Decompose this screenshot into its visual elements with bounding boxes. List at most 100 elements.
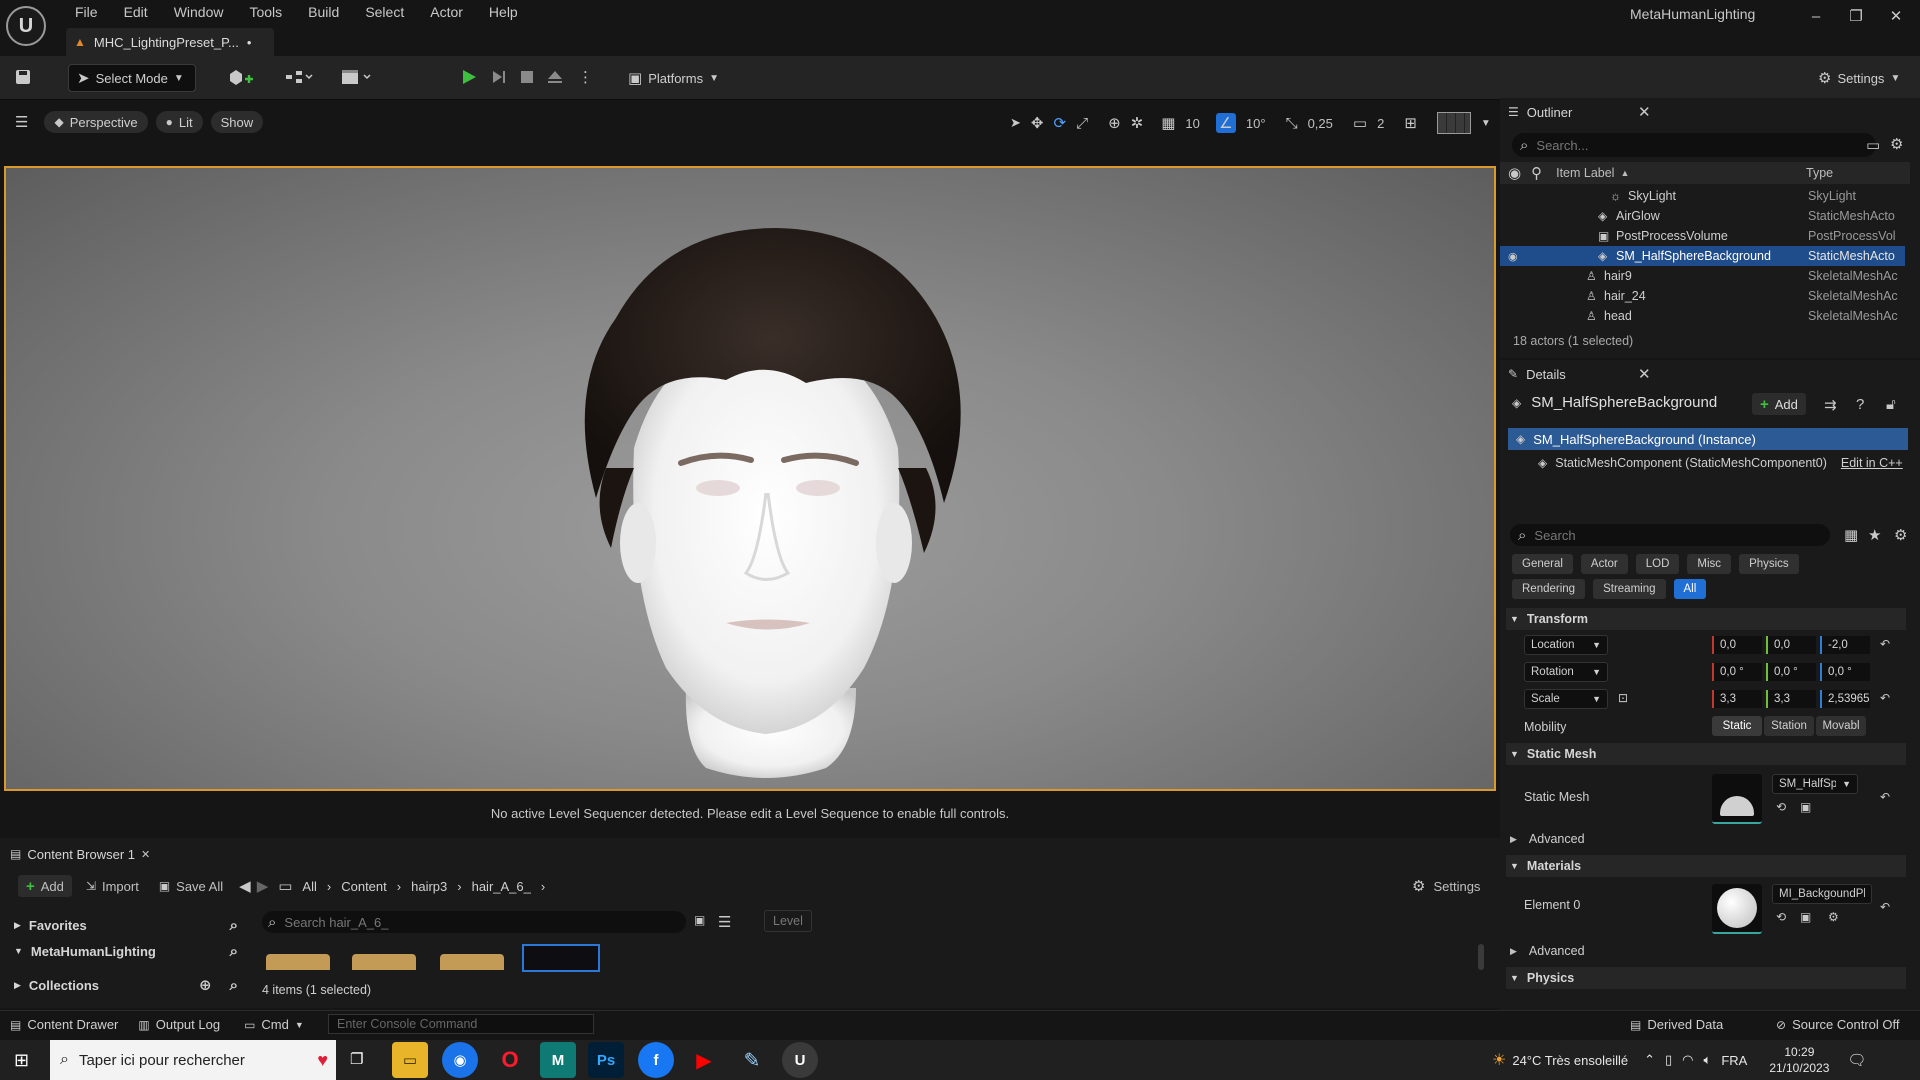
menu-select[interactable]: Select bbox=[352, 4, 417, 20]
close-icon[interactable]: ✕ bbox=[1638, 365, 1651, 383]
scale-x[interactable]: 3,3 bbox=[1712, 690, 1762, 708]
browse-icon[interactable]: ▣ bbox=[1800, 910, 1811, 924]
location-z[interactable]: -2,0 bbox=[1820, 636, 1870, 654]
collections-row[interactable]: ▶ Collections ⊕ ⌕ bbox=[6, 972, 246, 998]
search-icon[interactable]: ⌕ bbox=[230, 917, 238, 934]
search-icon[interactable]: ⌕ bbox=[230, 977, 238, 994]
reset-arrow-icon[interactable]: ↶ bbox=[1880, 900, 1890, 914]
lock-icon[interactable]: 🔓︎ bbox=[1886, 396, 1896, 413]
category-actor[interactable]: Actor bbox=[1580, 554, 1628, 574]
materials-section-header[interactable]: ▼ Materials bbox=[1506, 855, 1906, 877]
location-y[interactable]: 0,0 bbox=[1766, 636, 1816, 654]
close-icon[interactable]: ✕ bbox=[1638, 103, 1651, 121]
menu-build[interactable]: Build bbox=[295, 4, 352, 20]
location-dropdown[interactable]: Location ▼ bbox=[1524, 635, 1608, 655]
static-mesh-section-header[interactable]: ▼ Static Mesh bbox=[1506, 743, 1906, 765]
back-icon[interactable]: ◀ bbox=[239, 877, 251, 895]
maximize-viewport-icon[interactable] bbox=[1436, 112, 1471, 134]
category-streaming[interactable]: Streaming bbox=[1593, 579, 1666, 599]
outliner-tab[interactable]: ☰ Outliner ✕ bbox=[1502, 98, 1702, 126]
materials-advanced[interactable]: ▶ Advanced bbox=[1510, 944, 1585, 958]
outliner-row[interactable]: ♙ hair9 SkeletalMeshAc bbox=[1500, 266, 1905, 286]
static-mesh-picker[interactable]: SM_HalfSphe ▼ bbox=[1772, 774, 1858, 794]
play-icon[interactable] bbox=[460, 68, 478, 86]
component-instance-row[interactable]: ◈ SM_HalfSphereBackground (Instance) bbox=[1508, 428, 1908, 450]
youtube-icon[interactable]: ▶ bbox=[686, 1042, 722, 1078]
level-viewport[interactable] bbox=[4, 166, 1496, 791]
crumb-content[interactable]: Content bbox=[341, 879, 387, 894]
column-type[interactable]: Type bbox=[1806, 166, 1833, 180]
viewport-layout-icon[interactable]: ⊞ bbox=[1404, 114, 1417, 132]
add-collection-icon[interactable]: ⊕ bbox=[199, 976, 212, 994]
scale-dropdown[interactable]: Scale ▼ bbox=[1524, 689, 1608, 709]
favorite-star-icon[interactable]: ★ bbox=[1868, 526, 1881, 544]
rotation-snap-icon[interactable]: ∠ bbox=[1215, 113, 1236, 133]
add-content-icon[interactable] bbox=[228, 68, 258, 86]
select-mode-dropdown[interactable]: ➤ Select Mode ▼ bbox=[68, 64, 196, 92]
reset-arrow-icon[interactable]: ↶ bbox=[1880, 790, 1890, 804]
favorites-row[interactable]: ▶ Favorites ⌕ bbox=[6, 912, 246, 938]
content-search-input[interactable]: ⌕ Search hair_A_6_ bbox=[262, 911, 686, 933]
column-item-label[interactable]: Item Label bbox=[1556, 166, 1614, 180]
clock[interactable]: 10:29 21/10/2023 bbox=[1769, 1044, 1829, 1076]
save-search-icon[interactable]: ▣ bbox=[694, 913, 705, 927]
menu-window[interactable]: Window bbox=[161, 4, 237, 20]
location-x[interactable]: 0,0 bbox=[1712, 636, 1762, 654]
select-tool-icon[interactable]: ➤ bbox=[1010, 115, 1021, 131]
rotation-snap-value[interactable]: 10° bbox=[1246, 116, 1266, 131]
chrome-icon[interactable]: ◉ bbox=[442, 1042, 478, 1078]
cinematics-icon[interactable] bbox=[340, 68, 374, 86]
details-search-input[interactable]: ⌕ Search bbox=[1510, 524, 1830, 546]
close-icon[interactable]: ✕ bbox=[141, 848, 150, 861]
outliner-row[interactable]: ♙ head SkeletalMeshAc bbox=[1500, 306, 1905, 326]
mobility-movable[interactable]: Movabl bbox=[1816, 716, 1866, 736]
folder-icon[interactable] bbox=[266, 954, 330, 970]
console-command-input[interactable]: Enter Console Command bbox=[328, 1014, 594, 1034]
menu-file[interactable]: File bbox=[62, 4, 111, 20]
outliner-row[interactable]: ☼ SkyLight SkyLight bbox=[1500, 186, 1905, 206]
menu-tools[interactable]: Tools bbox=[236, 4, 295, 20]
static-mesh-advanced[interactable]: ▶ Advanced bbox=[1510, 832, 1585, 846]
file-explorer-icon[interactable]: ▭ bbox=[392, 1042, 428, 1078]
level-document-tab[interactable]: ▲ MHC_LightingPreset_P... • bbox=[66, 28, 274, 56]
menu-help[interactable]: Help bbox=[476, 4, 531, 20]
scale-lock-icon[interactable]: ⊡ bbox=[1618, 691, 1628, 705]
save-all-button[interactable]: ▣ Save All bbox=[159, 879, 223, 894]
source-control-button[interactable]: ⊘ Source Control Off bbox=[1776, 1017, 1899, 1032]
crumb-hair-a-6[interactable]: hair_A_6_ bbox=[472, 879, 531, 894]
use-selected-icon[interactable]: ⟲ bbox=[1776, 910, 1786, 924]
photoshop-icon[interactable]: Ps bbox=[588, 1042, 624, 1078]
content-drawer-button[interactable]: ▤ Content Drawer bbox=[10, 1017, 118, 1032]
translate-tool-icon[interactable]: ✥ bbox=[1031, 114, 1044, 132]
physics-section-header[interactable]: ▼ Physics bbox=[1506, 967, 1906, 989]
cmd-dropdown[interactable]: ▭ Cmd ▼ bbox=[244, 1017, 304, 1032]
device-icon[interactable]: ▯ bbox=[1665, 1052, 1672, 1068]
static-mesh-component-row[interactable]: ◈ StaticMeshComponent (StaticMeshCompone… bbox=[1538, 452, 1908, 474]
material-picker[interactable]: MI_BackgoundPlane bbox=[1772, 884, 1872, 904]
notepad-icon[interactable]: ✎ bbox=[734, 1042, 770, 1078]
weather-text[interactable]: 24°C Très ensoleillé bbox=[1512, 1053, 1628, 1068]
crumb-hairp3[interactable]: hairp3 bbox=[411, 879, 447, 894]
category-misc[interactable]: Misc bbox=[1687, 554, 1732, 574]
minimize-button[interactable]: – bbox=[1796, 4, 1836, 30]
save-icon[interactable] bbox=[14, 68, 32, 86]
category-all[interactable]: All bbox=[1673, 579, 1707, 599]
windows-search-box[interactable]: ⌕ Taper ici pour rechercher ♥ bbox=[50, 1040, 336, 1080]
world-space-icon[interactable]: ⊕ bbox=[1108, 114, 1121, 132]
pin-icon[interactable]: ⚲ bbox=[1531, 164, 1542, 182]
blueprint-convert-icon[interactable]: ⇉ bbox=[1824, 396, 1837, 414]
outliner-search-input[interactable]: ⌕ Search... bbox=[1512, 133, 1876, 157]
blueprint-icon[interactable] bbox=[284, 68, 314, 86]
notifications-icon[interactable]: 🗨︎ bbox=[1847, 1051, 1866, 1069]
step-forward-icon[interactable] bbox=[490, 68, 508, 86]
visibility-eye-icon[interactable]: ◉ bbox=[1508, 164, 1521, 182]
content-scrollbar[interactable] bbox=[1478, 944, 1484, 970]
facebook-icon[interactable]: f bbox=[638, 1042, 674, 1078]
add-folder-icon[interactable]: ▭ bbox=[1866, 136, 1880, 154]
outliner-row[interactable]: ♙ hair_24 SkeletalMeshAc bbox=[1500, 286, 1905, 306]
camera-speed-icon[interactable]: ▭ bbox=[1353, 114, 1367, 132]
category-general[interactable]: General bbox=[1512, 554, 1573, 574]
crumb-all[interactable]: All bbox=[302, 879, 316, 894]
volume-icon[interactable]: 🔈︎ bbox=[1704, 1052, 1712, 1068]
menu-actor[interactable]: Actor bbox=[417, 4, 476, 20]
